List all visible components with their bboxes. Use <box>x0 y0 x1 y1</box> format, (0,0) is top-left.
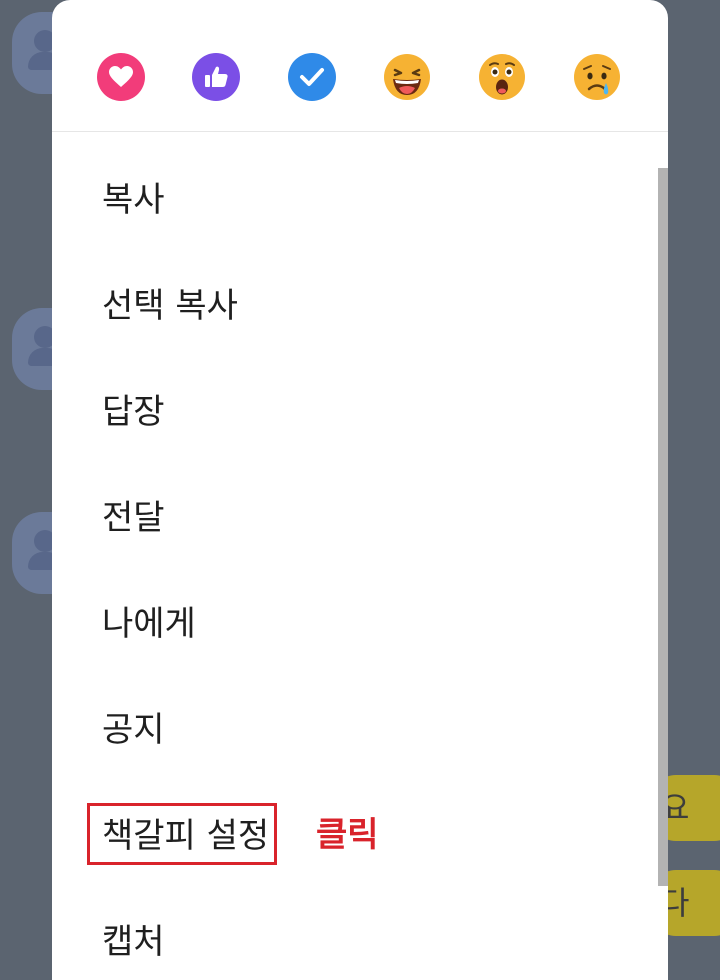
surprised-face-icon <box>479 54 525 100</box>
menu-item-capture[interactable]: 캡처 <box>102 912 165 972</box>
menu-item-reply[interactable]: 답장 <box>102 382 165 442</box>
menu-item-forward[interactable]: 전달 <box>102 488 165 548</box>
sad-face-icon <box>574 54 620 100</box>
laughing-face-icon <box>384 54 430 100</box>
highlight-box <box>87 803 277 865</box>
surprised-reaction-button[interactable] <box>478 53 526 101</box>
thumbs-up-reaction-button[interactable] <box>192 53 240 101</box>
laughing-reaction-button[interactable] <box>383 53 431 101</box>
menu-item-select-copy[interactable]: 선택 복사 <box>102 276 238 336</box>
sad-reaction-button[interactable] <box>573 53 621 101</box>
thumbs-up-icon <box>205 66 228 87</box>
heart-icon <box>109 66 133 87</box>
reaction-bar <box>52 0 668 132</box>
menu-item-notice[interactable]: 공지 <box>102 700 165 760</box>
heart-reaction-button[interactable] <box>97 53 145 101</box>
click-annotation-label: 클릭 <box>316 815 379 855</box>
check-icon <box>300 68 324 86</box>
menu-item-copy[interactable]: 복사 <box>102 170 165 230</box>
menu-item-to-me[interactable]: 나에게 <box>102 594 196 654</box>
check-reaction-button[interactable] <box>288 53 336 101</box>
menu-scrollbar[interactable] <box>658 168 668 886</box>
